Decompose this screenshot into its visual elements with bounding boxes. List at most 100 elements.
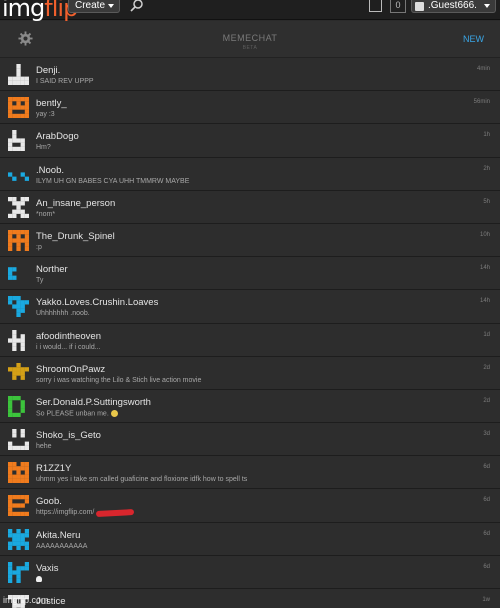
chat-username: afoodintheoven — [36, 330, 101, 342]
chat-username: Denji. — [36, 65, 61, 76]
chat-message-preview: yay :3 — [36, 111, 55, 118]
user-avatar-icon — [8, 64, 29, 85]
preview-text: So PLEASE unban me. — [36, 410, 109, 418]
user-avatar-icon — [8, 429, 29, 451]
chat-username: Norther — [36, 264, 68, 276]
user-avatar-icon — [8, 462, 29, 484]
chat-message-preview: AAAAAAAAAAA — [36, 543, 87, 550]
chat-username: .Noob. — [36, 164, 64, 176]
chat-timestamp: 6d — [483, 563, 490, 570]
chat-message-preview: Uhhhhhhh .noob. — [36, 310, 90, 317]
chat-message-preview: Ty — [36, 277, 43, 284]
chat-timestamp: 14h — [479, 298, 490, 305]
chat-username: ArabDogo — [36, 131, 79, 143]
top-nav-bar: imgflip Create 0 .Guest666. — [0, 0, 500, 22]
chat-timestamp: 1h — [483, 132, 490, 139]
preview-text: Ty — [36, 277, 44, 285]
chat-row[interactable]: The_Drunk_Spinel :p 10h — [0, 223, 500, 258]
preview-text: Hm? — [36, 144, 51, 152]
user-avatar-icon — [8, 97, 29, 119]
chat-username: An_insane_person — [36, 197, 116, 209]
user-avatar-icon — [8, 528, 29, 550]
chat-row[interactable]: Norther Ty 14h — [0, 257, 500, 291]
user-avatar-icon — [8, 329, 29, 351]
chat-timestamp: 3d — [483, 431, 490, 438]
chat-timestamp: 2d — [483, 397, 490, 404]
chat-message-preview: Hm? — [36, 144, 51, 151]
chat-timestamp: 6d — [483, 530, 490, 537]
preview-text: *nom* — [36, 210, 56, 218]
preview-text: :p — [36, 243, 42, 251]
user-avatar-icon — [8, 196, 29, 218]
chat-username: Ser.Donald.P.Suttingsworth — [36, 396, 151, 408]
preview-text: https://imgflip.com/ — [36, 509, 95, 517]
memechat-header: MEMECHAT BETA NEW — [0, 21, 500, 58]
chat-timestamp: 56min — [473, 99, 490, 106]
chat-row[interactable]: bently_ yay :3 56min — [0, 91, 500, 125]
preview-text: yay :3 — [36, 111, 55, 119]
user-avatar-icon — [8, 395, 29, 417]
user-menu-button[interactable]: .Guest666. — [411, 0, 496, 13]
user-avatar-icon — [415, 2, 424, 11]
page-title: MEMECHAT — [222, 33, 278, 43]
search-icon[interactable] — [130, 0, 144, 13]
chat-message-preview: hehe — [36, 443, 52, 450]
chat-message-preview: sorry i was watching the Lilo & Stich li… — [36, 377, 201, 384]
chat-row[interactable]: R1ZZ1Y uhmm yes i take sm called guaficin… — [0, 456, 500, 490]
chat-row[interactable]: Yakko.Loves.Crushin.Loaves Uhhhhhhh .noob… — [0, 290, 500, 324]
chat-row[interactable]: Akita.Neru AAAAAAAAAAA 6d — [0, 522, 500, 556]
chat-message-preview: So PLEASE unban me. — [36, 409, 118, 418]
chevron-down-icon — [484, 4, 490, 8]
chat-row[interactable]: Vaxis 6d — [0, 555, 500, 589]
chat-username: Akita.Neru — [36, 529, 81, 541]
chat-row[interactable]: afoodintheoven i i would... if i could...… — [0, 323, 500, 357]
chat-timestamp: 6d — [483, 497, 490, 504]
user-avatar-icon — [8, 362, 29, 384]
chat-message-preview: uhmm yes i take sm called guaficine and … — [36, 476, 247, 483]
preview-text: Uhhhhhhh .noob. — [36, 310, 90, 318]
preview-text: ILYM UH GN BABES CYA UHH TMMRW MAYBE — [36, 177, 190, 185]
chat-row[interactable]: Shoko_is_Geto hehe 3d — [0, 423, 500, 457]
chat-row[interactable]: .Noob. ILYM UH GN BABES CYA UHH TMMRW MAY… — [0, 157, 500, 191]
chat-message-preview: https://imgflip.com/ — [36, 508, 135, 517]
user-avatar-icon — [8, 296, 29, 318]
chat-message-preview: :p — [36, 244, 42, 251]
chat-message-preview: I SAID REV UPPP — [36, 78, 94, 85]
user-avatar-icon — [8, 561, 29, 583]
imgflip-logo[interactable]: imgflip — [2, 0, 78, 22]
upload-icon[interactable] — [369, 0, 382, 12]
watermark: imgflip.com — [3, 595, 49, 605]
preview-text: sorry i was watching the Lilo & Stich li… — [36, 376, 202, 384]
user-avatar-icon — [8, 263, 29, 284]
notification-count-badge[interactable]: 0 — [390, 0, 406, 13]
chat-message-preview — [36, 575, 42, 583]
new-chat-button[interactable]: NEW — [463, 34, 484, 44]
user-avatar-icon — [8, 164, 29, 185]
beta-label: BETA — [242, 45, 258, 51]
chat-timestamp: 10h — [479, 231, 490, 238]
user-avatar-icon — [8, 495, 29, 517]
preview-text: hehe — [36, 443, 52, 451]
preview-text: I SAID REV UPPP — [36, 78, 94, 85]
preview-text: i i would... if i could... — [36, 343, 101, 351]
chat-row[interactable]: Goob. https://imgflip.com/6d — [0, 489, 500, 523]
chat-row[interactable]: Ser.Donald.P.Suttingsworth So PLEASE unba… — [0, 389, 500, 424]
chat-username: Vaxis — [36, 562, 59, 574]
chat-row[interactable]: ArabDogo Hm? 1h — [0, 124, 500, 158]
chat-timestamp: 6d — [483, 464, 490, 471]
chat-row[interactable]: ShroomOnPawz sorry i was watching the Lil… — [0, 356, 500, 390]
preview-text: AAAAAAAAAAA — [36, 542, 88, 550]
chat-username: The_Drunk_Spinel — [36, 230, 115, 242]
preview-text: uhmm yes i take sm called guaficine and … — [36, 476, 248, 484]
chat-row[interactable]: Denji. I SAID REV UPPP 4min — [0, 58, 500, 92]
chat-message-preview: *nom* — [36, 211, 55, 218]
chat-username: Yakko.Loves.Crushin.Loaves — [36, 297, 159, 309]
chat-username: Shoko_is_Geto — [36, 430, 101, 442]
chat-list: Denji. I SAID REV UPPP 4min bently_ yay :3 56… — [0, 58, 500, 608]
chat-row[interactable]: An_insane_person *nom* 5h — [0, 190, 500, 224]
chat-timestamp: 5h — [483, 198, 490, 205]
user-menu-label: .Guest666. — [428, 0, 477, 11]
create-button[interactable]: Create — [68, 0, 120, 13]
chat-row[interactable]: Justice 1w — [0, 589, 500, 608]
user-avatar-icon — [8, 229, 29, 251]
